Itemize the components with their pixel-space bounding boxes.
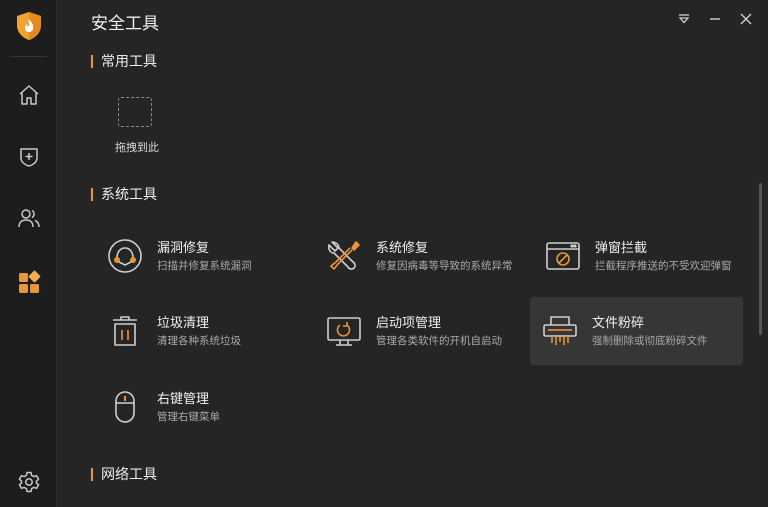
drop-zone-label: 拖拽到此 — [115, 141, 159, 154]
tool-file-shredder[interactable]: 文件粉碎 强制删除或彻底粉碎文件 — [530, 297, 743, 365]
sidebar-item-protection[interactable] — [0, 137, 57, 177]
startup-monitor-icon — [327, 317, 361, 346]
tool-description: 强制删除或彻底粉碎文件 — [592, 335, 708, 347]
home-icon — [19, 85, 38, 105]
tool-system-repair[interactable]: 系统修复 修复因病毒等导致的系统异常 — [314, 222, 527, 290]
popup-block-icon — [546, 242, 580, 270]
logo-icon — [17, 12, 41, 40]
close-icon — [740, 13, 752, 25]
section-common-tools: 常用工具 — [91, 51, 157, 71]
tool-description: 管理各类软件的开机自启动 — [376, 335, 502, 347]
tool-description: 扫描并修复系统漏洞 — [157, 260, 252, 272]
section-network-tools: 网络工具 — [91, 464, 157, 484]
scrollbar[interactable] — [759, 183, 762, 335]
tool-name: 启动项管理 — [376, 316, 442, 331]
sidebar-item-users[interactable] — [0, 198, 57, 238]
wrench-screwdriver-icon — [327, 241, 360, 270]
close-button[interactable] — [737, 10, 755, 28]
minimize-button[interactable] — [706, 10, 724, 28]
main-panel: 安全工具 常用工具 拖拽到此 系统工具 漏洞修复 扫描并修复系统漏洞 系统修复 … — [58, 0, 768, 507]
tool-description: 管理右键菜单 — [157, 411, 220, 423]
tool-description: 清理各种系统垃圾 — [157, 335, 241, 347]
gear-icon — [18, 471, 39, 493]
tool-name: 垃圾清理 — [157, 316, 210, 331]
minimize-icon — [710, 18, 720, 20]
tool-startup-manager[interactable]: 启动项管理 管理各类软件的开机自启动 — [314, 297, 527, 365]
sidebar-item-settings[interactable] — [0, 462, 57, 502]
users-icon — [17, 209, 40, 228]
trash-icon — [113, 316, 137, 346]
tool-popup-block[interactable]: 弹窗拦截 拦截程序推送的不受欢迎弹窗 — [533, 222, 746, 290]
mouse-icon — [115, 391, 135, 423]
tool-vulnerability-fix[interactable]: 漏洞修复 扫描并修复系统漏洞 — [95, 222, 308, 290]
tool-name: 右键管理 — [157, 392, 210, 407]
sidebar-item-tools[interactable] — [0, 262, 57, 302]
shredder-icon — [543, 316, 577, 345]
tool-junk-cleanup[interactable]: 垃圾清理 清理各种系统垃圾 — [95, 297, 308, 365]
section-title: 系统工具 — [101, 187, 157, 203]
vulnerability-fix-icon — [108, 239, 142, 273]
section-title: 网络工具 — [101, 467, 157, 483]
sidebar-item-home[interactable] — [0, 75, 57, 115]
shield-plus-icon — [19, 148, 38, 167]
sidebar-divider — [10, 56, 47, 57]
section-accent-bar — [91, 467, 93, 481]
tool-name: 漏洞修复 — [157, 241, 210, 256]
tool-context-menu-manager[interactable]: 右键管理 管理右键菜单 — [95, 373, 308, 441]
tool-name: 系统修复 — [376, 241, 429, 256]
dropdown-menu-icon — [678, 14, 690, 24]
drop-zone[interactable] — [118, 97, 152, 127]
tool-name: 文件粉碎 — [592, 316, 645, 331]
section-accent-bar — [91, 54, 93, 68]
window-title: 安全工具 — [91, 14, 159, 34]
section-title: 常用工具 — [101, 54, 157, 70]
apps-icon — [18, 270, 40, 293]
sidebar — [0, 0, 57, 507]
section-accent-bar — [91, 187, 93, 201]
tool-name: 弹窗拦截 — [595, 241, 648, 256]
menu-dropdown-button[interactable] — [675, 10, 693, 28]
tool-description: 拦截程序推送的不受欢迎弹窗 — [595, 260, 732, 272]
tool-description: 修复因病毒等导致的系统异常 — [376, 260, 513, 272]
section-system-tools: 系统工具 — [91, 184, 157, 204]
